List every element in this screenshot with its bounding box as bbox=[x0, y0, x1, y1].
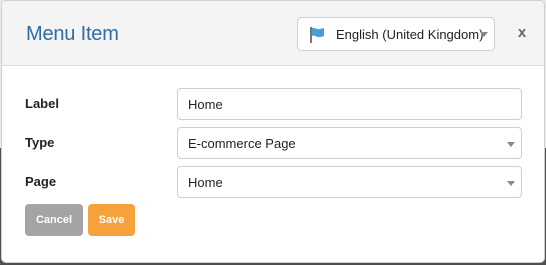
page-select-value: Home bbox=[188, 175, 223, 190]
label-field-label: Label bbox=[25, 96, 59, 111]
chevron-down-icon bbox=[507, 142, 515, 147]
dialog-header: Menu Item English (United Kingdom) x bbox=[2, 1, 544, 66]
menu-item-dialog: Menu Item English (United Kingdom) x Lab… bbox=[1, 0, 545, 263]
close-button[interactable]: x bbox=[512, 23, 532, 43]
chevron-down-icon bbox=[507, 181, 515, 186]
language-select[interactable]: English (United Kingdom) bbox=[297, 17, 495, 51]
dialog-title: Menu Item bbox=[26, 23, 119, 45]
chevron-down-icon bbox=[480, 32, 488, 37]
page-field-label: Page bbox=[25, 174, 57, 189]
page-select[interactable]: Home bbox=[177, 166, 522, 198]
cancel-button[interactable]: Cancel bbox=[25, 204, 83, 236]
flag-icon bbox=[310, 27, 324, 43]
type-select-value: E-commerce Page bbox=[188, 136, 296, 151]
type-field-label: Type bbox=[25, 135, 55, 150]
language-select-value: English (United Kingdom) bbox=[336, 27, 484, 42]
label-input[interactable] bbox=[177, 88, 522, 120]
save-button[interactable]: Save bbox=[88, 204, 135, 236]
type-select[interactable]: E-commerce Page bbox=[177, 127, 522, 159]
